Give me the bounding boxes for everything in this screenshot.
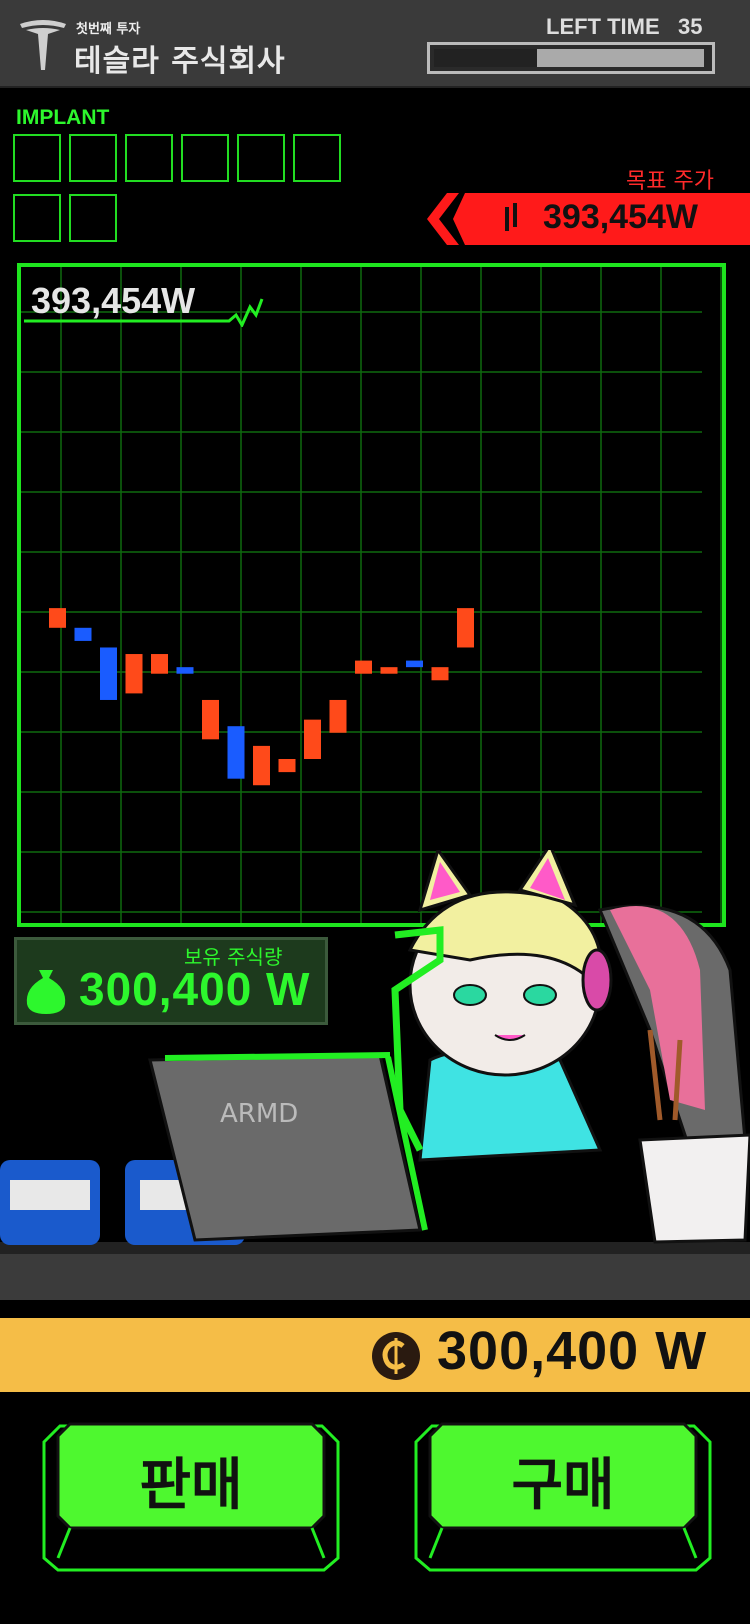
- implant-slot[interactable]: [181, 134, 229, 182]
- buy-button-label: 구매: [511, 1453, 615, 1518]
- implant-slot[interactable]: [293, 134, 341, 182]
- implant-slot[interactable]: [69, 134, 117, 182]
- candle: [74, 627, 92, 641]
- sell-button-label: 판매: [139, 1453, 243, 1518]
- laptop: ARMD: [148, 1052, 428, 1242]
- implant-slot[interactable]: [13, 194, 61, 242]
- candle: [253, 745, 270, 786]
- implant-slot[interactable]: [237, 134, 285, 182]
- trader-illustration: ARMD: [0, 850, 750, 1300]
- implant-label: IMPLANT: [16, 106, 110, 129]
- laptop-brand: ARMD: [220, 1099, 298, 1129]
- candle: [406, 660, 423, 668]
- cash-value: 300,400 W: [437, 1321, 708, 1381]
- candle: [304, 719, 321, 759]
- company-subtitle: 첫번째 투자: [76, 22, 141, 37]
- candlestick-chart: [21, 267, 722, 923]
- target-price-label: 목표 주가: [626, 169, 714, 194]
- tesla-logo-icon: [20, 20, 66, 70]
- candle: [227, 726, 245, 779]
- candle: [329, 699, 347, 733]
- price-chart: [17, 263, 726, 927]
- coin-icon: [372, 1332, 420, 1380]
- candle: [49, 608, 66, 628]
- time-progress-bar: [427, 42, 715, 74]
- candle: [125, 654, 143, 694]
- time-progress-fill: [536, 49, 704, 67]
- target-price-value: 393,454W: [543, 198, 698, 236]
- holdings-value: 300,400 W: [79, 963, 311, 1015]
- candle: [202, 699, 219, 740]
- money-bag-icon: [26, 970, 66, 1014]
- implant-slot[interactable]: [69, 194, 117, 242]
- candle: [278, 759, 296, 773]
- candle: [457, 608, 474, 648]
- header: 첫번째 투자 테슬라 주식회사 LEFT TIME 35: [0, 0, 750, 88]
- candle: [380, 667, 398, 674]
- price-underline: [24, 298, 264, 327]
- candle: [100, 647, 117, 700]
- left-time-label: LEFT TIME: [546, 14, 660, 39]
- left-time-value: 35: [678, 14, 703, 39]
- candle: [431, 667, 449, 681]
- implant-slot[interactable]: [13, 134, 61, 182]
- candle: [176, 667, 194, 674]
- company-name: 테슬라 주식회사: [74, 44, 286, 79]
- candle: [151, 654, 168, 674]
- implant-slot[interactable]: [125, 134, 173, 182]
- candle: [355, 660, 372, 674]
